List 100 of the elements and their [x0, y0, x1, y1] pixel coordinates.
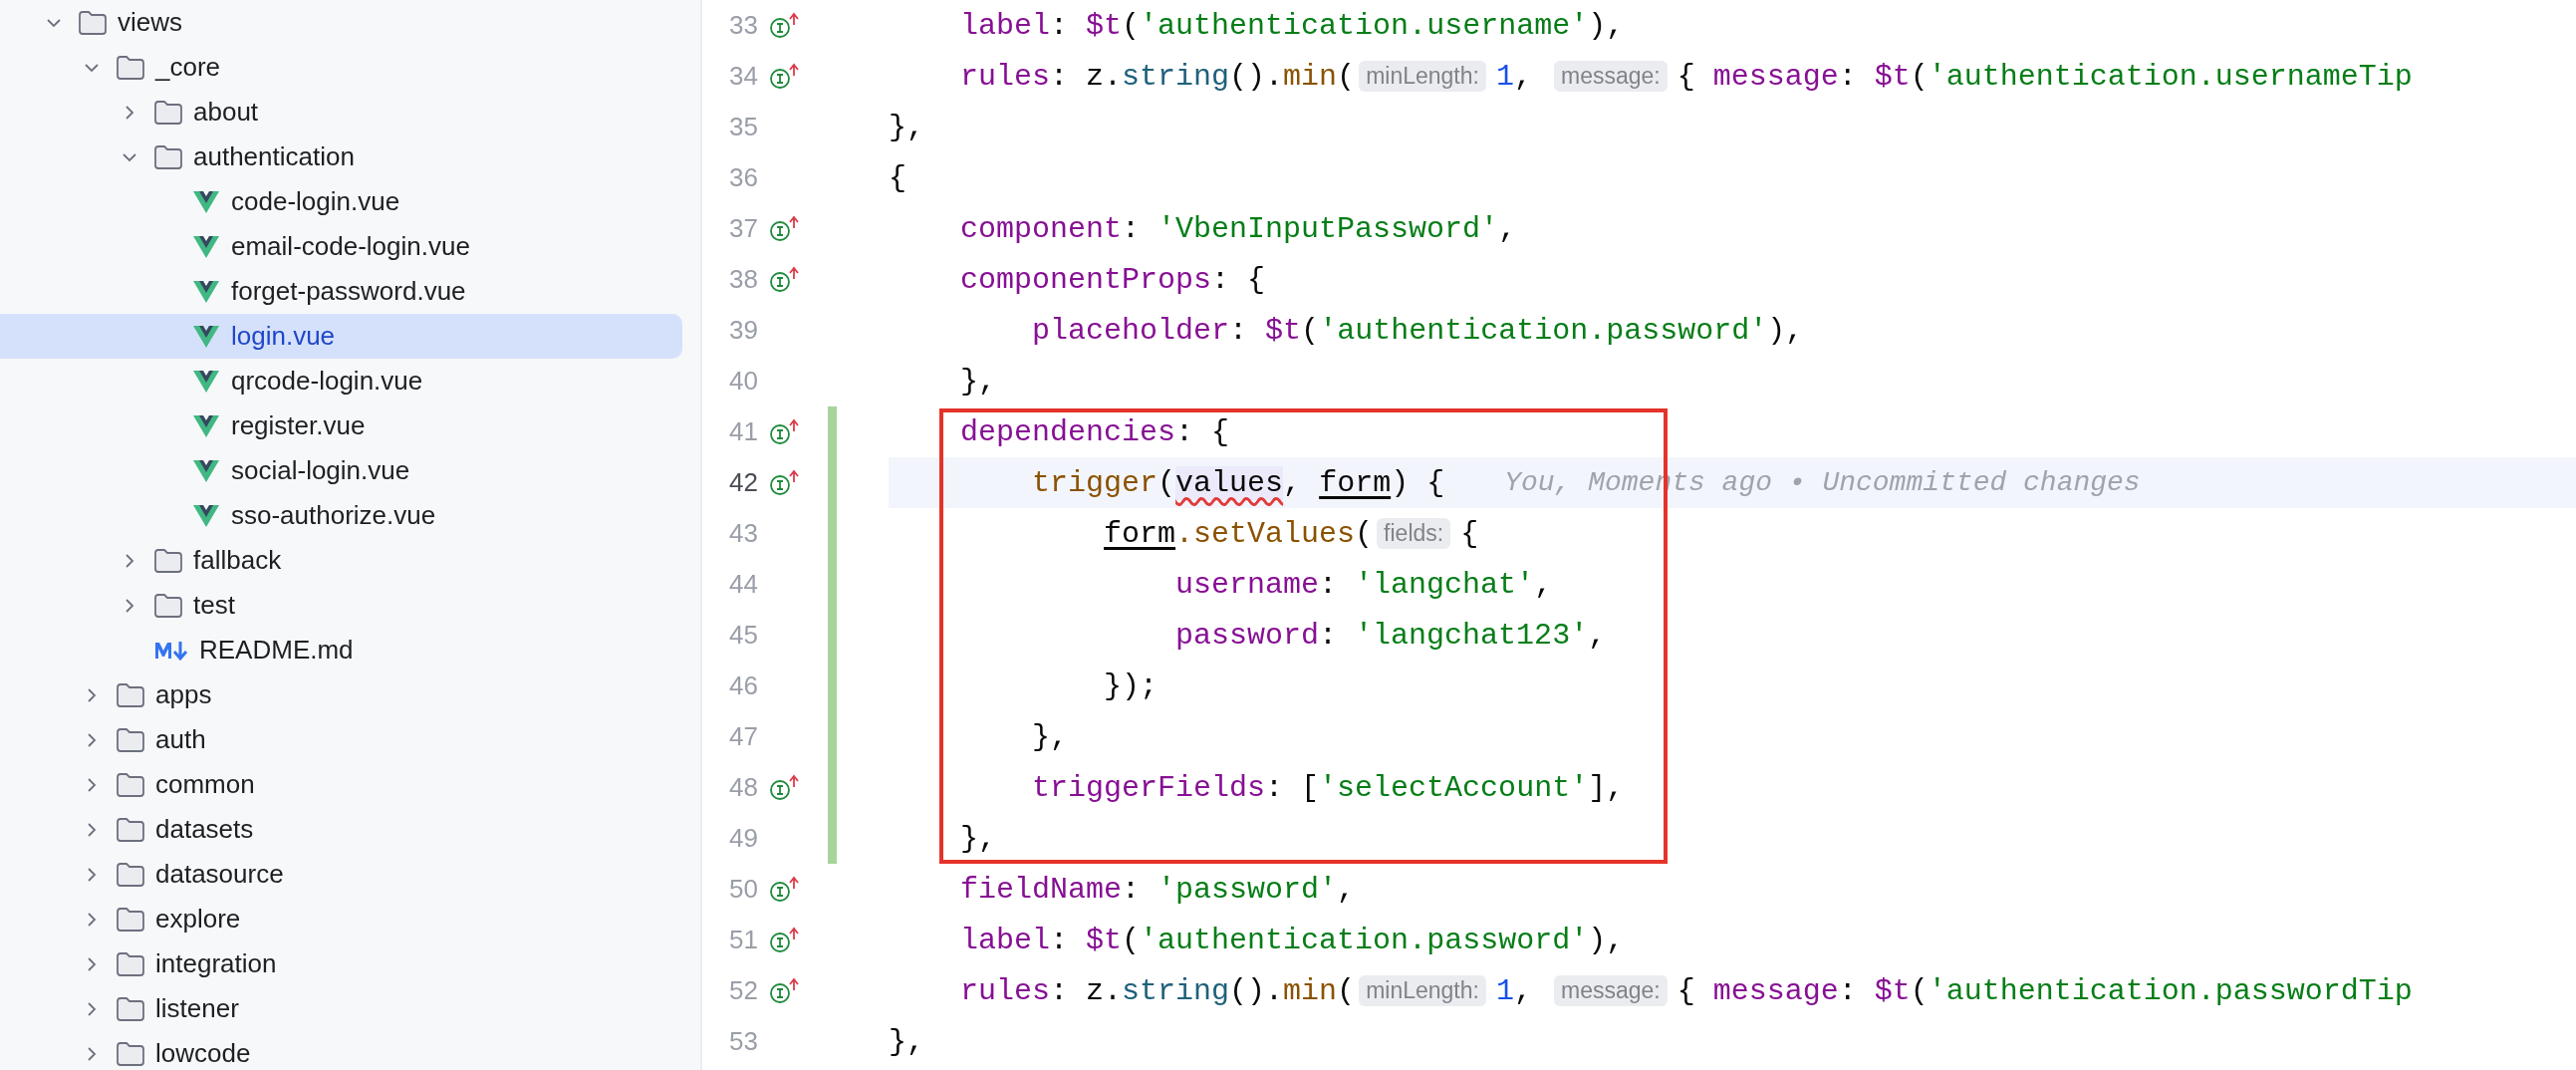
folder-icon [116, 681, 145, 708]
code-text: dependencies: { [960, 414, 1230, 449]
tree-item[interactable]: datasets [0, 807, 682, 852]
implementation-marker-icon[interactable] [768, 214, 800, 243]
folder-icon [116, 726, 145, 753]
folder-icon [78, 9, 108, 36]
tree-item[interactable]: explore [0, 897, 682, 941]
implementation-marker-icon[interactable] [768, 11, 800, 40]
line-number: 45 [728, 620, 758, 651]
folder-icon [153, 547, 183, 574]
code-text: 1, [1495, 973, 1533, 1008]
line-number: 53 [728, 1026, 758, 1057]
line-number: 41 [728, 416, 758, 447]
tree-item[interactable]: apps [0, 672, 682, 717]
line-number: 46 [728, 670, 758, 701]
code-text: { message: $t('authentication.usernameTip [1676, 59, 2413, 94]
tree-item[interactable]: datasource [0, 852, 682, 897]
tree-item[interactable]: fallback [0, 538, 682, 583]
line-number: 42 [728, 467, 758, 498]
line-number: 38 [728, 264, 758, 295]
code-text: }, [1032, 719, 1069, 754]
code-text: component: 'VbenInputPassword', [960, 211, 1517, 246]
tree-item[interactable]: common [0, 762, 682, 807]
tree-item[interactable]: about [0, 90, 682, 134]
vue-file-icon [191, 278, 221, 305]
line-number: 37 [728, 213, 758, 244]
line-number: 39 [728, 315, 758, 346]
code-text: username: 'langchat', [1175, 567, 1553, 602]
folder-icon [153, 99, 183, 126]
line-number: 34 [728, 61, 758, 92]
line-number: 49 [728, 823, 758, 854]
line-number: 43 [728, 518, 758, 549]
implementation-marker-icon[interactable] [768, 773, 800, 802]
line-number: 36 [728, 162, 758, 193]
folder-icon [116, 54, 145, 81]
tree-item[interactable]: authentication [0, 134, 682, 179]
folder-icon [116, 950, 145, 977]
implementation-marker-icon[interactable] [768, 875, 800, 904]
vue-file-icon [191, 323, 221, 350]
tree-item[interactable]: lowcode [0, 1031, 682, 1070]
line-number: 48 [728, 772, 758, 803]
vue-file-icon [191, 457, 221, 484]
tree-item[interactable]: listener [0, 986, 682, 1031]
code-text: 1, [1495, 59, 1533, 94]
folder-icon [116, 816, 145, 843]
line-number: 35 [728, 112, 758, 142]
code-text: rules: z.string().min( [960, 59, 1356, 94]
implementation-marker-icon[interactable] [768, 926, 800, 954]
code-text: placeholder: $t('authentication.password'), [1032, 313, 1804, 348]
tree-item[interactable]: _core [0, 45, 682, 90]
tree-item[interactable]: qrcode-login.vue [0, 359, 682, 403]
code-text: rules: z.string().min( [960, 973, 1356, 1008]
code-text: triggerFields: ['selectAccount'], [1032, 770, 1625, 805]
code-text: componentProps: { [960, 262, 1266, 297]
vue-file-icon [191, 502, 221, 529]
tree-item[interactable]: social-login.vue [0, 448, 682, 493]
code-text: }); [1104, 669, 1159, 703]
tree-item[interactable]: code-login.vue [0, 179, 682, 224]
vue-file-icon [191, 412, 221, 439]
tree-item[interactable]: email-code-login.vue [0, 224, 682, 269]
code-text: fieldName: 'password', [960, 872, 1356, 907]
code-text: password: 'langchat123', [1175, 618, 1607, 653]
vue-file-icon [191, 233, 221, 260]
line-number: 40 [728, 366, 758, 397]
change-marker[interactable] [828, 406, 837, 457]
code-text: }, [889, 1024, 924, 1059]
line-number: 33 [728, 10, 758, 41]
implementation-marker-icon[interactable] [768, 265, 800, 294]
tree-item[interactable]: auth [0, 717, 682, 762]
tree-item[interactable]: sso-authorize.vue [0, 493, 682, 538]
line-number: 50 [728, 874, 758, 905]
code-text: { [889, 160, 906, 195]
tree-item[interactable]: integration [0, 941, 682, 986]
code-text: }, [960, 364, 997, 399]
folder-icon [116, 995, 145, 1022]
folder-icon [116, 1040, 145, 1067]
implementation-marker-icon[interactable] [768, 62, 800, 91]
line-number: 52 [728, 975, 758, 1006]
implementation-marker-icon[interactable] [768, 976, 800, 1005]
code-text: label: $t('authentication.username'), [960, 8, 1625, 43]
code-text: }, [960, 821, 997, 856]
tree-item[interactable]: forget-password.vue [0, 269, 682, 314]
tree-item[interactable]: views [0, 0, 682, 45]
code-text: form.setValues( [1104, 516, 1374, 551]
tree-item[interactable]: test [0, 583, 682, 628]
code-text: { message: $t('authentication.passwordTip [1676, 973, 2413, 1008]
tree-item[interactable]: register.vue [0, 403, 682, 448]
implementation-marker-icon[interactable] [768, 468, 800, 497]
code-text: trigger(values, form) { [1032, 465, 1445, 500]
tree-item[interactable]: login.vue [0, 314, 682, 359]
vue-file-icon [191, 188, 221, 215]
folder-icon [116, 906, 145, 933]
vue-file-icon [191, 368, 221, 395]
tree-item[interactable]: README.md [0, 628, 682, 672]
line-number: 44 [728, 569, 758, 600]
code-text: { [1460, 516, 1479, 551]
line-number: 51 [728, 925, 758, 955]
change-marker[interactable] [828, 813, 837, 864]
implementation-marker-icon[interactable] [768, 417, 800, 446]
folder-icon [116, 771, 145, 798]
